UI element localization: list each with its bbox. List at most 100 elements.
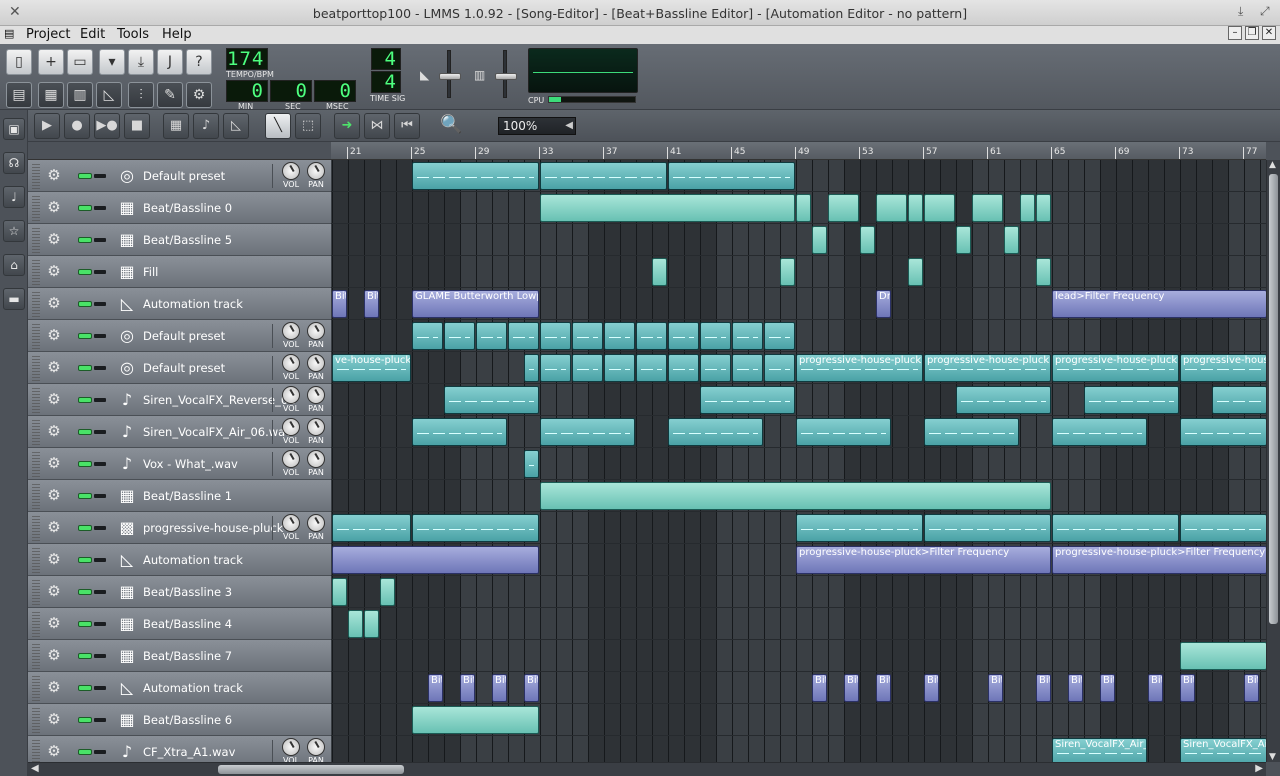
scroll-down-icon[interactable]: ▼ [1269, 752, 1276, 762]
automation-clip[interactable]: Bit [364, 290, 379, 318]
vertical-scrollbar[interactable]: ▲ ▼ [1266, 160, 1280, 762]
pattern-clip[interactable] [572, 354, 603, 382]
solo-toggle[interactable] [94, 526, 106, 530]
add-automation-track-icon[interactable]: ◺ [223, 113, 249, 139]
volume-knob[interactable]: VOL [280, 418, 302, 446]
play-icon[interactable]: ▶ [34, 113, 60, 139]
restore-icon[interactable]: ❐ [1245, 26, 1259, 40]
pattern-clip[interactable] [540, 322, 571, 350]
pattern-clip[interactable] [796, 514, 923, 542]
pattern-clip[interactable] [604, 322, 635, 350]
track-name[interactable]: Beat/Bassline 3 [143, 585, 232, 599]
beat-bassline-clip[interactable] [332, 578, 347, 606]
track-name[interactable]: Automation track [143, 297, 243, 311]
track-grip-handle[interactable] [32, 195, 40, 221]
solo-toggle[interactable] [94, 366, 106, 370]
pattern-clip[interactable] [956, 386, 1051, 414]
volume-knob[interactable]: VOL [280, 354, 302, 382]
automation-clip[interactable]: Bit [428, 674, 443, 702]
volume-knob[interactable]: VOL [280, 450, 302, 478]
mute-toggle[interactable] [78, 429, 92, 435]
pattern-clip[interactable] [524, 354, 539, 382]
mute-toggle[interactable] [78, 749, 92, 755]
pattern-clip[interactable] [764, 322, 795, 350]
pattern-clip[interactable] [412, 162, 539, 190]
minimize-icon[interactable]: – [1228, 26, 1242, 40]
beat-bassline-clip[interactable] [956, 226, 971, 254]
automation-clip[interactable] [332, 546, 539, 574]
automation-clip[interactable]: Bit [332, 290, 347, 318]
master-pitch-slider[interactable] [495, 50, 517, 98]
master-volume-slider[interactable] [439, 50, 461, 98]
pattern-clip[interactable] [796, 418, 891, 446]
pattern-clip[interactable] [540, 418, 635, 446]
mute-toggle[interactable] [78, 397, 92, 403]
track-settings-icon[interactable]: ⚙ [45, 294, 63, 312]
track-lane[interactable] [331, 224, 1266, 256]
pattern-clip[interactable]: progressive-house-pluck [1052, 354, 1179, 382]
pattern-clip[interactable] [476, 322, 507, 350]
track-settings-icon[interactable]: ⚙ [45, 646, 63, 664]
menu-project[interactable]: Project [26, 27, 70, 42]
new-from-template-icon[interactable]: + [38, 49, 64, 75]
pattern-clip[interactable] [668, 162, 795, 190]
beat-bassline-clip[interactable] [908, 194, 923, 222]
pattern-clip[interactable] [1212, 386, 1266, 414]
horizontal-scrollbar[interactable]: ◀ ▶ [28, 762, 1266, 776]
track-name[interactable]: progressive-house-pluck [143, 521, 283, 535]
solo-toggle[interactable] [94, 174, 106, 178]
mute-toggle[interactable] [78, 589, 92, 595]
solo-toggle[interactable] [94, 494, 106, 498]
automation-editor-icon[interactable]: ◺ [96, 82, 122, 108]
pan-knob[interactable]: PAN [305, 738, 327, 762]
automation-clip[interactable]: Bit [1036, 674, 1051, 702]
track-lane[interactable] [331, 320, 1266, 352]
track-grip-handle[interactable] [32, 675, 40, 701]
pattern-clip[interactable] [444, 322, 475, 350]
pan-knob[interactable]: PAN [305, 162, 327, 190]
expand-icon[interactable]: ⤢ [1260, 4, 1270, 19]
pattern-clip[interactable] [412, 514, 539, 542]
track-settings-icon[interactable]: ⚙ [45, 614, 63, 632]
solo-toggle[interactable] [94, 302, 106, 306]
loop-points-icon[interactable]: ⋈ [364, 113, 390, 139]
pan-knob[interactable]: PAN [305, 450, 327, 478]
pattern-clip[interactable] [636, 322, 667, 350]
volume-knob[interactable]: VOL [280, 738, 302, 762]
beat-bassline-clip[interactable] [540, 482, 1051, 510]
my-home-icon[interactable]: ⌂ [3, 254, 25, 276]
mute-toggle[interactable] [78, 653, 92, 659]
pattern-clip[interactable] [332, 514, 411, 542]
add-sample-track-icon[interactable]: ♪ [193, 113, 219, 139]
pattern-clip[interactable]: ve-house-pluck [332, 354, 411, 382]
track-lane[interactable] [331, 160, 1266, 192]
pattern-clip[interactable] [668, 354, 699, 382]
volume-knob[interactable]: VOL [280, 322, 302, 350]
mute-toggle[interactable] [78, 333, 92, 339]
oscilloscope[interactable] [528, 48, 638, 93]
instrument-plugins-icon[interactable]: ▣ [3, 118, 25, 140]
track-name[interactable]: Beat/Bassline 0 [143, 201, 232, 215]
automation-clip[interactable]: Bit [1180, 674, 1195, 702]
record-icon[interactable]: ● [64, 113, 90, 139]
beat-bassline-clip[interactable] [1180, 642, 1266, 670]
pan-knob[interactable]: PAN [305, 354, 327, 382]
pattern-clip[interactable] [412, 322, 443, 350]
automation-clip[interactable]: Dr [876, 290, 891, 318]
pattern-clip[interactable]: Siren_VocalFX_Air [1180, 738, 1266, 762]
beat-bassline-clip[interactable] [364, 610, 379, 638]
track-grip-handle[interactable] [32, 355, 40, 381]
track-name[interactable]: Beat/Bassline 6 [143, 713, 232, 727]
mute-toggle[interactable] [78, 493, 92, 499]
pattern-clip[interactable] [636, 354, 667, 382]
track-settings-icon[interactable]: ⚙ [45, 582, 63, 600]
track-grip-handle[interactable] [32, 611, 40, 637]
track-settings-icon[interactable]: ⚙ [45, 486, 63, 504]
pattern-clip[interactable] [572, 322, 603, 350]
piano-roll-icon[interactable]: ▥ [67, 82, 93, 108]
track-grip-handle[interactable] [32, 579, 40, 605]
mute-toggle[interactable] [78, 269, 92, 275]
fx-mixer-icon[interactable]: ⫶ [128, 82, 154, 108]
timesig-numerator[interactable]: 4 [371, 48, 401, 70]
song-editor-icon[interactable]: ▤ [6, 82, 32, 108]
